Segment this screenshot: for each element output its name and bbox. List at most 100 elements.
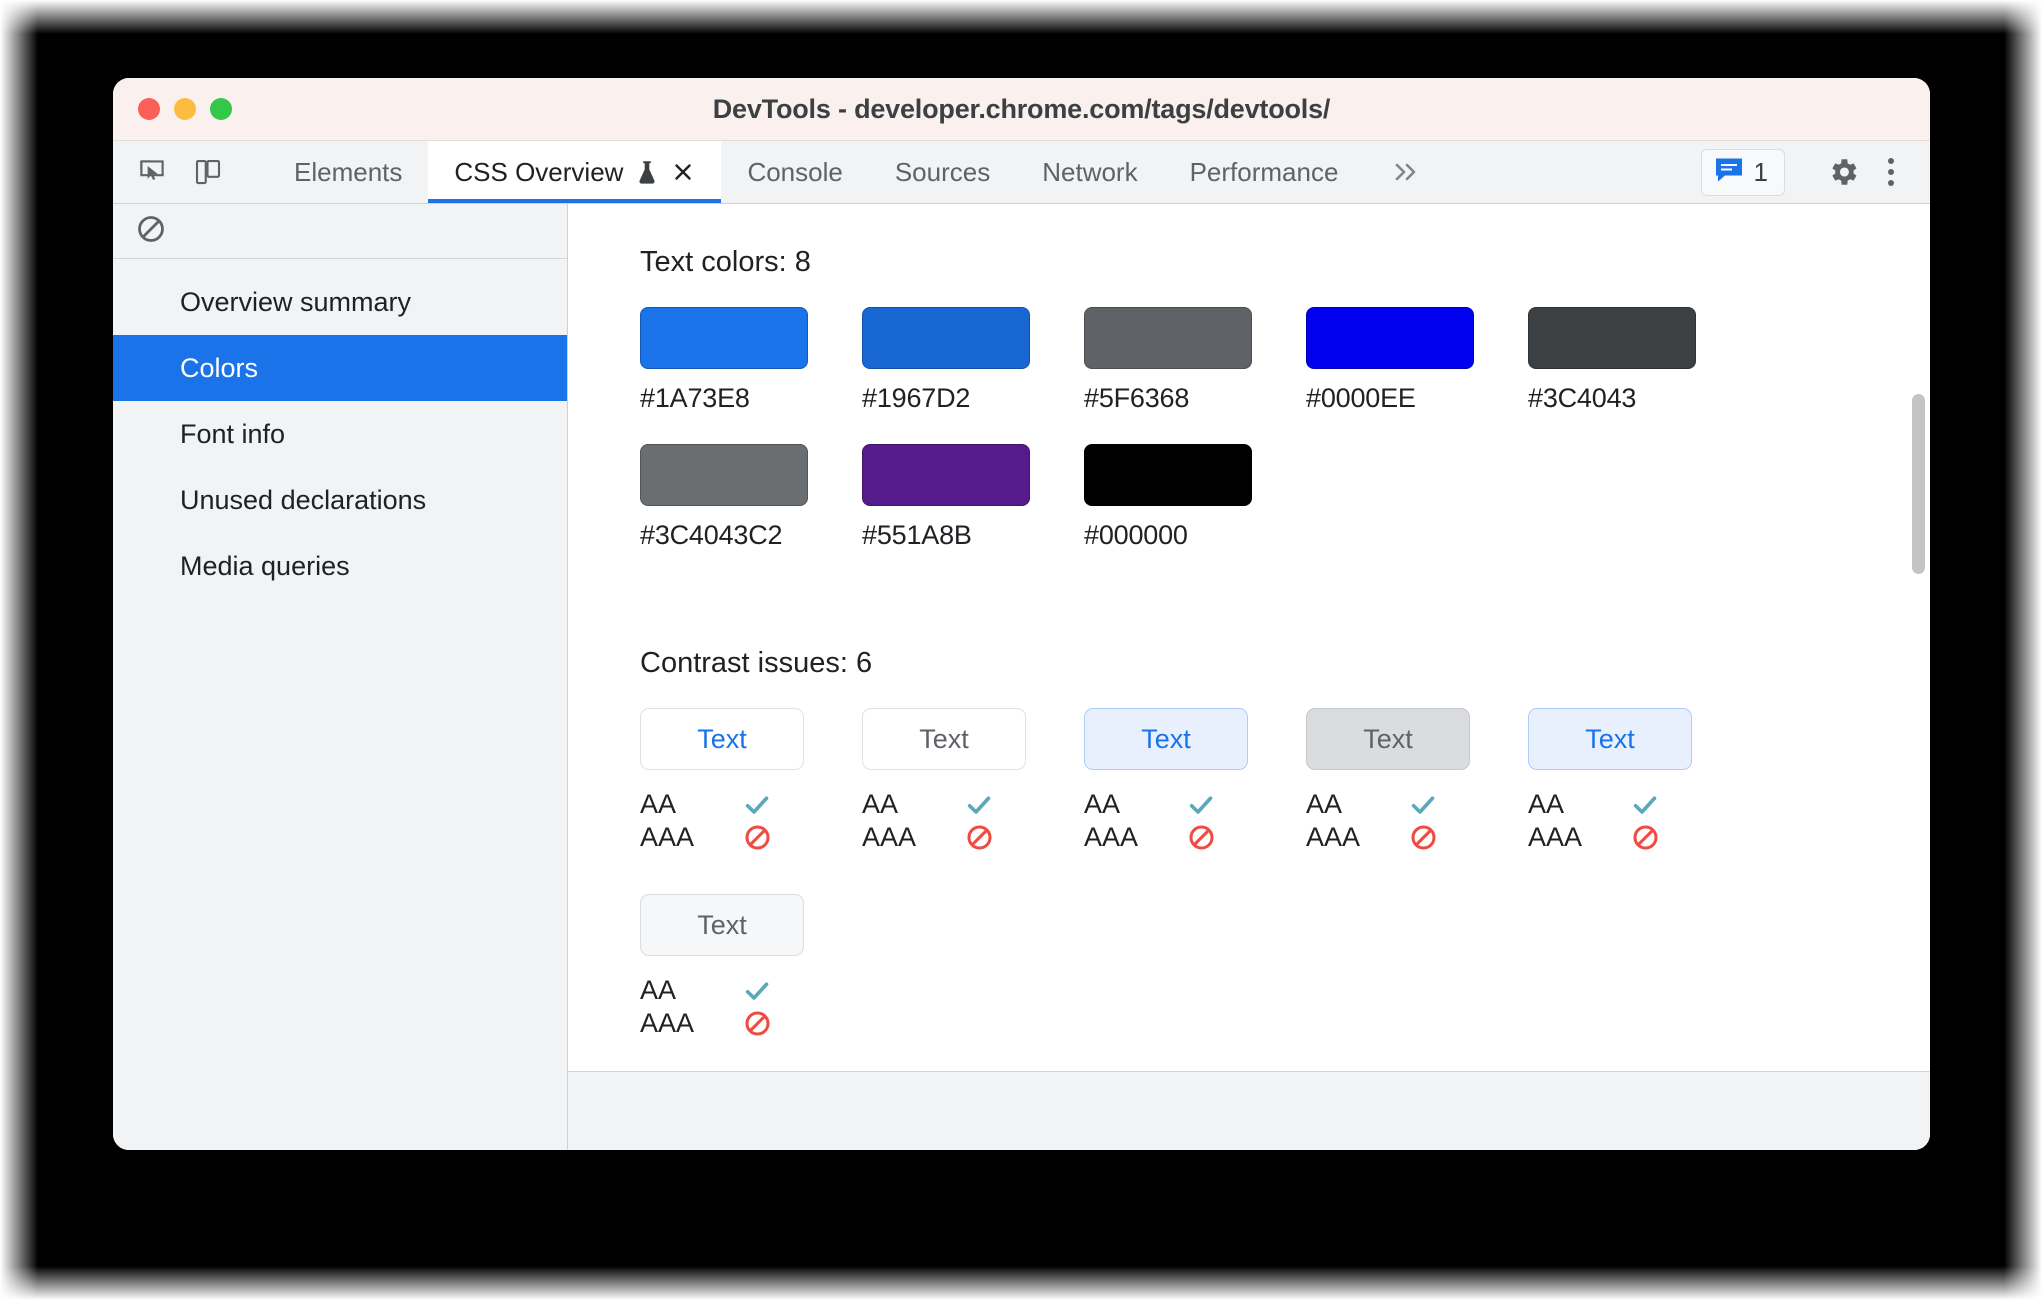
sidebar-item-label: Unused declarations xyxy=(180,484,427,515)
aaa-label: AAA xyxy=(862,822,917,852)
contrast-text-chip[interactable]: Text xyxy=(862,708,1026,770)
contrast-text-chip[interactable]: Text xyxy=(1528,708,1692,770)
color-swatch-cell[interactable]: #000000 xyxy=(1084,444,1306,551)
contrast-card[interactable]: Text AA AAA xyxy=(1084,708,1306,854)
tab-css-overview[interactable]: CSS Overview xyxy=(428,141,722,203)
tab-label: Network xyxy=(1042,156,1138,187)
aa-label: AA xyxy=(862,789,899,819)
kebab-menu-icon[interactable] xyxy=(1870,158,1912,186)
contrast-ratings: AA AAA xyxy=(1306,788,1528,854)
devtools-tabstrip: Elements CSS Overview Console Sources Ne… xyxy=(113,141,1930,204)
sidebar-item-media-queries[interactable]: Media queries xyxy=(113,533,567,599)
sidebar-item-font-info[interactable]: Font info xyxy=(113,401,567,467)
sidebar-item-unused-declarations[interactable]: Unused declarations xyxy=(113,467,567,533)
color-swatch[interactable] xyxy=(862,307,1030,369)
sidebar-item-label: Overview summary xyxy=(180,286,412,317)
tab-console[interactable]: Console xyxy=(721,141,868,203)
contrast-card[interactable]: Text AA AAA xyxy=(1528,708,1750,854)
clear-overview-icon[interactable] xyxy=(135,213,167,250)
color-swatch[interactable] xyxy=(640,307,808,369)
color-swatch-label: #551A8B xyxy=(862,520,972,550)
contrast-issues-grid: Text AA AAA Text AA AAA Text AA AAA Text… xyxy=(640,708,1790,1080)
color-swatch-cell[interactable]: #3C4043 xyxy=(1528,307,1750,414)
color-swatch[interactable] xyxy=(640,444,808,506)
scrollbar-thumb[interactable] xyxy=(1912,394,1925,574)
aaa-label: AAA xyxy=(640,822,695,852)
contrast-issues-heading: Contrast issues: 6 xyxy=(640,647,873,679)
tab-sources[interactable]: Sources xyxy=(869,141,1016,203)
contrast-rating-aa: AA xyxy=(1528,788,1750,821)
contrast-text-chip[interactable]: Text xyxy=(640,708,804,770)
contrast-rating-aaa: AAA xyxy=(1084,821,1306,854)
contrast-card[interactable]: Text AA AAA xyxy=(640,894,862,1040)
color-swatch-cell[interactable]: #5F6368 xyxy=(1084,307,1306,414)
sidebar-item-label: Colors xyxy=(180,352,259,383)
color-swatch-cell[interactable]: #551A8B xyxy=(862,444,1084,551)
message-bubble-icon xyxy=(1714,156,1744,189)
contrast-text-chip[interactable]: Text xyxy=(1084,708,1248,770)
color-swatch-label: #1967D2 xyxy=(862,383,971,413)
aaa-label: AAA xyxy=(640,1008,695,1038)
console-messages-button[interactable]: 1 xyxy=(1700,148,1785,196)
color-swatch-label: #3C4043C2 xyxy=(640,520,783,550)
contrast-rating-aaa: AAA xyxy=(640,821,862,854)
tab-label: Console xyxy=(747,156,843,187)
color-swatch-label: #1A73E8 xyxy=(640,383,750,413)
color-swatch[interactable] xyxy=(1084,444,1252,506)
screenshot-root: DevTools - developer.chrome.com/tags/dev… xyxy=(0,0,2042,1300)
no-entry-icon xyxy=(740,1009,774,1038)
contrast-card[interactable]: Text AA AAA xyxy=(1306,708,1528,854)
text-colors-grid: #1A73E8 #1967D2 #5F6368 #0000EE #3C4043 … xyxy=(640,307,1790,581)
no-entry-icon xyxy=(1184,823,1218,852)
tab-network[interactable]: Network xyxy=(1016,141,1163,203)
tab-label: Performance xyxy=(1189,156,1339,187)
window-title: DevTools - developer.chrome.com/tags/dev… xyxy=(712,93,1331,124)
devtools-body: Overview summary Colors Font info Unused… xyxy=(113,204,1930,1150)
experiment-flask-icon xyxy=(635,159,659,185)
contrast-ratings: AA AAA xyxy=(1084,788,1306,854)
panel-tabs: Elements CSS Overview Console Sources Ne… xyxy=(268,141,1701,203)
contrast-text-chip[interactable]: Text xyxy=(1306,708,1470,770)
sidebar-item-overview-summary[interactable]: Overview summary xyxy=(113,269,567,335)
close-tab-icon[interactable] xyxy=(671,160,695,184)
color-swatch[interactable] xyxy=(1528,307,1696,369)
gear-icon[interactable] xyxy=(1820,149,1866,195)
device-toolbar-icon[interactable] xyxy=(185,149,231,195)
color-swatch-cell[interactable]: #1A73E8 xyxy=(640,307,862,414)
contrast-rating-aa: AA xyxy=(862,788,1084,821)
sidebar-item-colors[interactable]: Colors xyxy=(113,335,567,401)
contrast-rating-aaa: AAA xyxy=(640,1007,862,1040)
contrast-ratings: AA AAA xyxy=(640,974,862,1040)
aaa-label: AAA xyxy=(1306,822,1361,852)
window-titlebar: DevTools - developer.chrome.com/tags/dev… xyxy=(113,78,1930,141)
checkmark-icon xyxy=(740,790,774,820)
content-scrollbar[interactable] xyxy=(1908,204,1930,1071)
color-swatch[interactable] xyxy=(1084,307,1252,369)
aa-label: AA xyxy=(1084,789,1121,819)
checkmark-icon xyxy=(1628,790,1662,820)
tab-label: Sources xyxy=(894,156,991,187)
contrast-rating-aa: AA xyxy=(640,974,862,1007)
inspect-cursor-icon[interactable] xyxy=(129,149,175,195)
contrast-card[interactable]: Text AA AAA xyxy=(640,708,862,854)
sidebar-toolbar xyxy=(113,204,567,259)
tabstrip-right-controls: 1 xyxy=(1700,141,1930,203)
color-swatch[interactable] xyxy=(1306,307,1474,369)
color-swatch-label: #5F6368 xyxy=(1084,383,1190,413)
color-swatch-cell[interactable]: #0000EE xyxy=(1306,307,1528,414)
contrast-text-chip[interactable]: Text xyxy=(640,894,804,956)
contrast-rating-aa: AA xyxy=(1306,788,1528,821)
color-swatch-label: #000000 xyxy=(1084,520,1188,550)
more-tabs-icon[interactable] xyxy=(1364,141,1446,203)
contrast-card[interactable]: Text AA AAA xyxy=(862,708,1084,854)
tab-elements[interactable]: Elements xyxy=(268,141,428,203)
sidebar-item-label: Media queries xyxy=(180,550,350,581)
color-swatch-cell[interactable]: #3C4043C2 xyxy=(640,444,862,551)
tab-performance[interactable]: Performance xyxy=(1164,141,1365,203)
contrast-ratings: AA AAA xyxy=(640,788,862,854)
color-swatch-cell[interactable]: #1967D2 xyxy=(862,307,1084,414)
sidebar-list: Overview summary Colors Font info Unused… xyxy=(113,259,567,599)
checkmark-icon xyxy=(962,790,996,820)
aa-label: AA xyxy=(1306,789,1343,819)
color-swatch[interactable] xyxy=(862,444,1030,506)
